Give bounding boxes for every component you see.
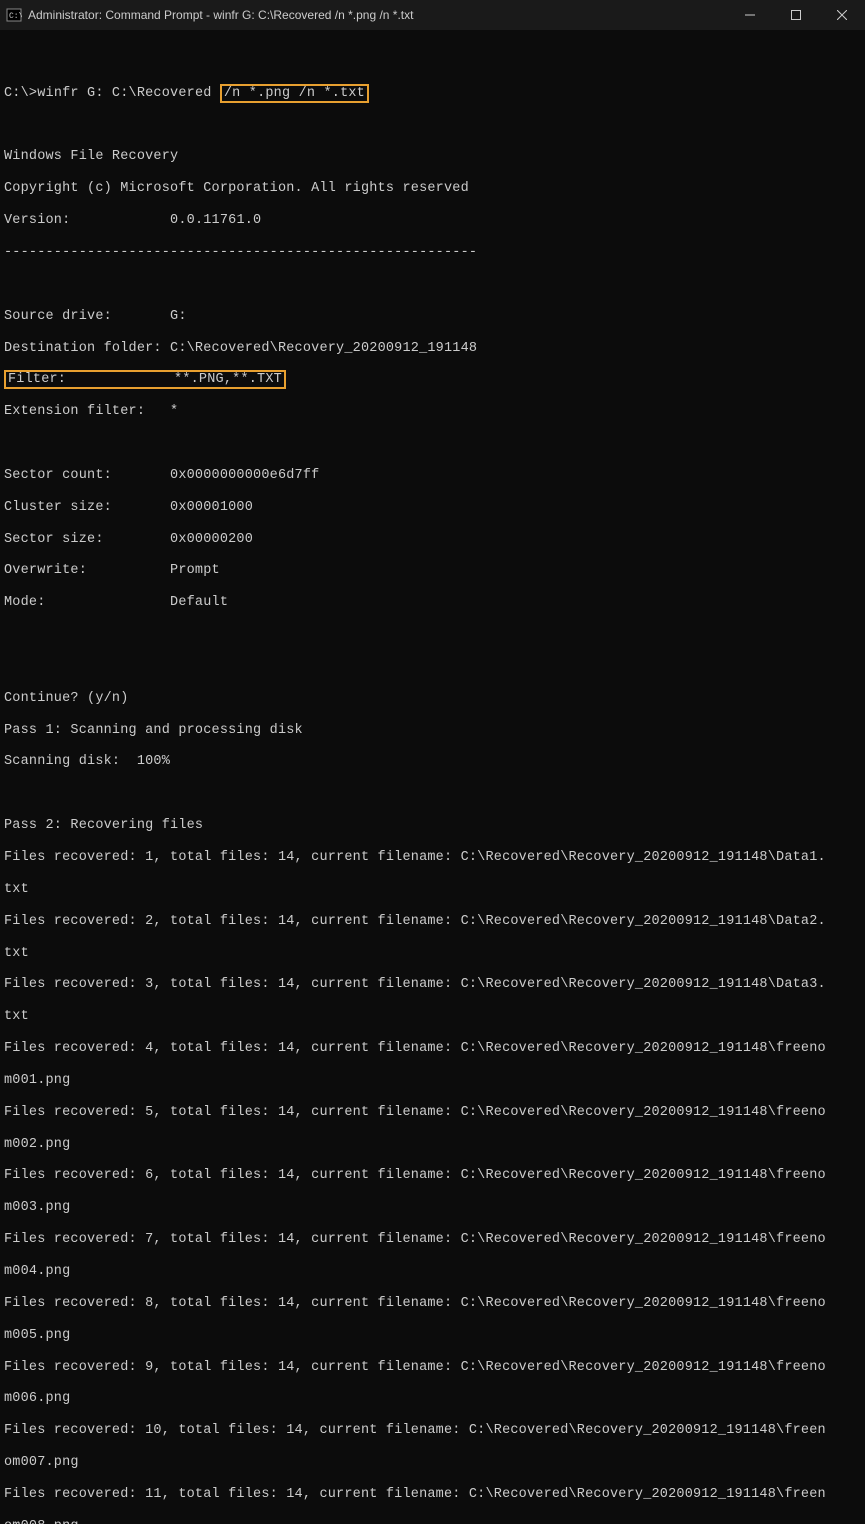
dest-folder: Destination folder: C:\Recovered\Recover… bbox=[4, 341, 861, 357]
file-line: m001.png bbox=[4, 1073, 861, 1089]
sector-count: Sector count: 0x0000000000e6d7ff bbox=[4, 468, 861, 484]
file-line: Files recovered: 5, total files: 14, cur… bbox=[4, 1105, 861, 1121]
file-line: txt bbox=[4, 882, 861, 898]
header-copyright: Copyright (c) Microsoft Corporation. All… bbox=[4, 181, 861, 197]
file-line: m005.png bbox=[4, 1328, 861, 1344]
source-drive: Source drive: G: bbox=[4, 309, 861, 325]
pass2: Pass 2: Recovering files bbox=[4, 818, 861, 834]
extension-filter: Extension filter: * bbox=[4, 404, 861, 420]
file-line: Files recovered: 11, total files: 14, cu… bbox=[4, 1487, 861, 1503]
file-line: Files recovered: 3, total files: 14, cur… bbox=[4, 977, 861, 993]
file-line: m003.png bbox=[4, 1200, 861, 1216]
empty-line bbox=[4, 627, 861, 643]
empty-line bbox=[4, 659, 861, 675]
sector-size: Sector size: 0x00000200 bbox=[4, 532, 861, 548]
file-line: Files recovered: 7, total files: 14, cur… bbox=[4, 1232, 861, 1248]
file-line: Files recovered: 6, total files: 14, cur… bbox=[4, 1168, 861, 1184]
file-line: txt bbox=[4, 1009, 861, 1025]
command-line: C:\>winfr G: C:\Recovered /n *.png /n *.… bbox=[4, 86, 861, 102]
empty-line bbox=[4, 54, 861, 70]
svg-text:C:\: C:\ bbox=[9, 12, 22, 21]
header-product: Windows File Recovery bbox=[4, 149, 861, 165]
empty-line bbox=[4, 277, 861, 293]
filter-line: Filter: **.PNG,**.TXT bbox=[4, 372, 861, 388]
file-line: Files recovered: 2, total files: 14, cur… bbox=[4, 914, 861, 930]
empty-line bbox=[4, 436, 861, 452]
file-line: Files recovered: 10, total files: 14, cu… bbox=[4, 1423, 861, 1439]
file-line: om007.png bbox=[4, 1455, 861, 1471]
file-line: m004.png bbox=[4, 1264, 861, 1280]
divider: ----------------------------------------… bbox=[4, 245, 861, 261]
overwrite: Overwrite: Prompt bbox=[4, 563, 861, 579]
file-line: Files recovered: 1, total files: 14, cur… bbox=[4, 850, 861, 866]
window-title: Administrator: Command Prompt - winfr G:… bbox=[28, 8, 727, 22]
mode: Mode: Default bbox=[4, 595, 861, 611]
scanning: Scanning disk: 100% bbox=[4, 754, 861, 770]
filter-highlight: Filter: **.PNG,**.TXT bbox=[4, 370, 286, 389]
terminal-output[interactable]: C:\>winfr G: C:\Recovered /n *.png /n *.… bbox=[0, 30, 865, 1524]
file-line: m002.png bbox=[4, 1137, 861, 1153]
cluster-size: Cluster size: 0x00001000 bbox=[4, 500, 861, 516]
header-version: Version: 0.0.11761.0 bbox=[4, 213, 861, 229]
file-line: m006.png bbox=[4, 1391, 861, 1407]
command-highlight: /n *.png /n *.txt bbox=[220, 84, 369, 103]
continue-prompt: Continue? (y/n) bbox=[4, 691, 861, 707]
file-line: Files recovered: 4, total files: 14, cur… bbox=[4, 1041, 861, 1057]
prompt-prefix: C:\> bbox=[4, 86, 37, 101]
cmd-icon: C:\ bbox=[6, 7, 22, 23]
file-line: om008.png bbox=[4, 1519, 861, 1524]
minimize-button[interactable] bbox=[727, 0, 773, 30]
close-button[interactable] bbox=[819, 0, 865, 30]
empty-line bbox=[4, 786, 861, 802]
file-line: Files recovered: 8, total files: 14, cur… bbox=[4, 1296, 861, 1312]
window-controls bbox=[727, 0, 865, 30]
file-line: txt bbox=[4, 946, 861, 962]
empty-line bbox=[4, 118, 861, 134]
titlebar: C:\ Administrator: Command Prompt - winf… bbox=[0, 0, 865, 30]
maximize-button[interactable] bbox=[773, 0, 819, 30]
pass1: Pass 1: Scanning and processing disk bbox=[4, 723, 861, 739]
file-line: Files recovered: 9, total files: 14, cur… bbox=[4, 1360, 861, 1376]
command-part1: winfr G: C:\Recovered bbox=[37, 86, 220, 101]
